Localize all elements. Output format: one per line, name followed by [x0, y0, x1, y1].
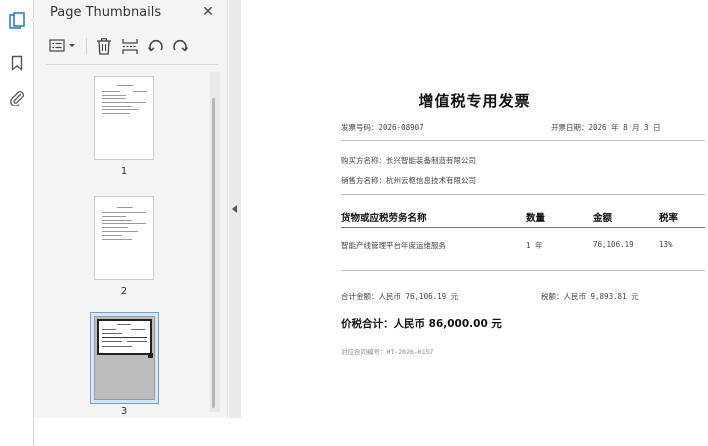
attachment-icon[interactable] — [7, 88, 27, 108]
table-cell-amount: 76,106.19 — [593, 240, 634, 249]
bookmark-icon[interactable] — [7, 53, 27, 73]
insert-page-button[interactable] — [120, 34, 140, 58]
table-cell-item: 智能产线管理平台年度运维服务 — [341, 241, 446, 250]
thumbnail-label-2: 2 — [120, 286, 128, 297]
thumbnail-current-view — [97, 319, 152, 355]
rotate-left-icon — [147, 40, 163, 52]
table-header-quantity: 数量 — [526, 213, 546, 224]
tax-amount: 税额：人民币 9,893.81 元 — [541, 292, 639, 301]
thumbnail-options-button[interactable] — [48, 34, 78, 58]
seller-name: 销售方名称：杭州云枢信息技术有限公司 — [341, 176, 476, 185]
invoice-title: 增值税专用发票 — [418, 92, 531, 110]
table-header-tax-rate: 税率 — [659, 213, 679, 224]
panel-divider — [46, 64, 218, 65]
thumbnail-label-1: 1 — [120, 166, 128, 177]
page-thumbnail-3[interactable] — [94, 316, 155, 400]
resize-handle[interactable] — [148, 353, 153, 358]
thumbnail-label-3: 3 — [120, 406, 128, 417]
delete-page-button[interactable] — [94, 34, 114, 58]
total-amount: 价税合计：人民币 86,000.00 元 — [341, 318, 502, 330]
invoice-number: 发票号码：2026-08907 — [341, 123, 424, 132]
page-thumbnails-panel: Page Thumbnails ✕ 1 2 3 — [34, 0, 228, 418]
buyer-name: 购买方名称：长兴智能装备制造有限公司 — [341, 156, 476, 165]
rotate-counterclockwise-button[interactable] — [146, 34, 166, 58]
close-panel-button[interactable]: ✕ — [198, 2, 218, 22]
table-header-item: 货物或应税劳务名称 — [341, 213, 427, 224]
divider-line — [341, 194, 705, 195]
table-cell-quantity: 1 年 — [526, 241, 543, 250]
collapse-arrow-icon — [232, 205, 237, 213]
subtotal-amount: 合计金额：人民币 76,106.19 元 — [341, 292, 459, 301]
issue-date: 开票日期：2026 年 8 月 3 日 — [551, 123, 661, 132]
insert-pages-icon — [122, 38, 138, 54]
left-tool-rail — [0, 0, 36, 446]
thumbnail-list: 1 2 3 — [34, 66, 228, 418]
scrollbar-thumb[interactable] — [212, 98, 215, 408]
table-header-amount: 金额 — [593, 213, 613, 224]
toolbar-separator — [86, 38, 87, 54]
thumbnail-toolbar — [46, 34, 221, 60]
rotate-right-icon — [173, 40, 189, 52]
divider-line — [341, 270, 705, 271]
document-page: 增值税专用发票 发票号码：2026-08907 开票日期：2026 年 8 月 … — [241, 0, 708, 446]
page-thumbnail-2[interactable] — [94, 196, 154, 280]
rotate-clockwise-button[interactable] — [170, 34, 190, 58]
close-icon: ✕ — [202, 4, 214, 20]
panel-title: Page Thumbnails — [50, 5, 162, 20]
page-thumbnail-1[interactable] — [94, 76, 154, 160]
table-header-underline — [341, 227, 705, 228]
table-cell-tax-rate: 13% — [659, 240, 673, 249]
trash-icon — [97, 37, 111, 55]
options-menu-icon — [49, 39, 75, 52]
thumbnail-scrollbar[interactable] — [210, 72, 220, 412]
divider-line — [341, 140, 705, 141]
contract-number: 对应合同编号：HT-2026-0157 — [341, 348, 434, 356]
panel-collapse-strip[interactable] — [229, 0, 241, 418]
page-thumbnails-icon[interactable] — [7, 11, 27, 31]
